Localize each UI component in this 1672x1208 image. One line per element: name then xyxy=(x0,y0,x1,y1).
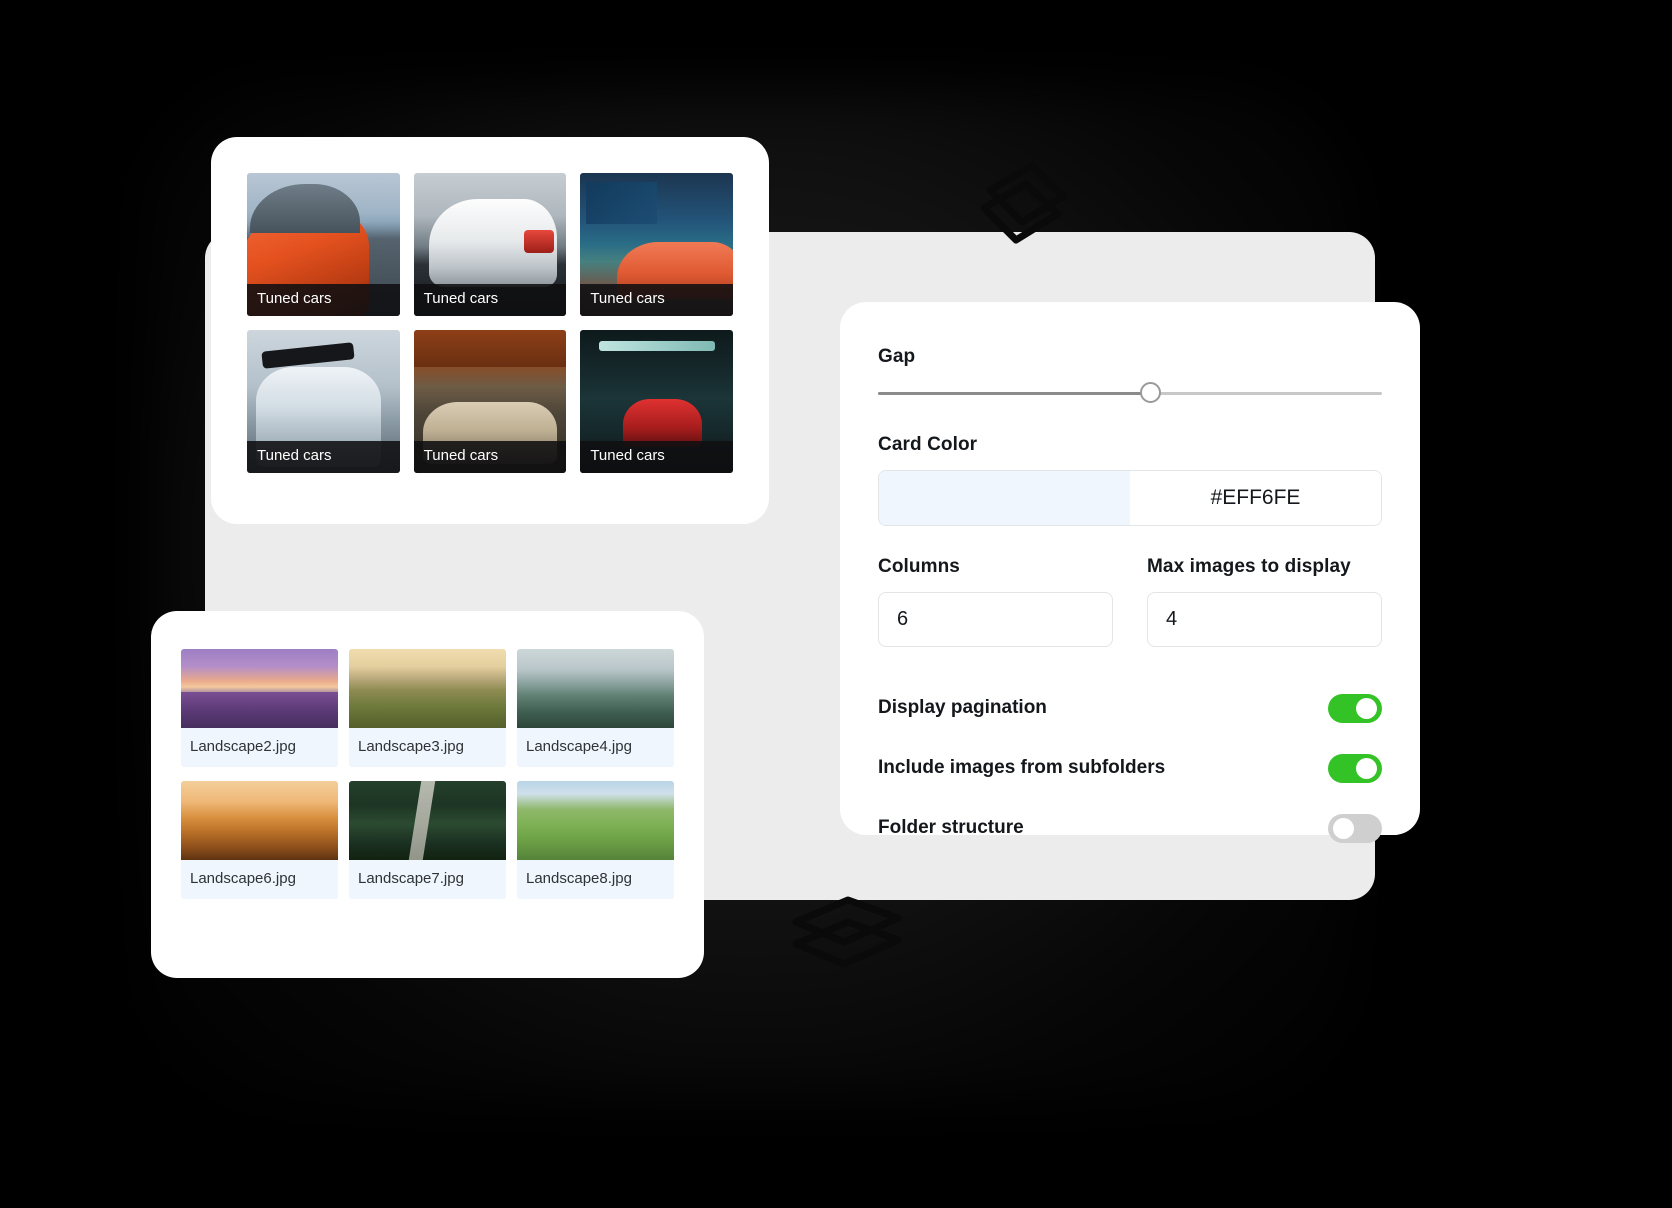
display-pagination-row: Display pagination xyxy=(878,691,1382,725)
landscape-thumbnail-2 xyxy=(349,649,506,728)
columns-input[interactable]: 6 xyxy=(878,592,1113,647)
landscape-gallery-card: Landscape2.jpg Landscape3.jpg Landscape4… xyxy=(151,611,704,978)
gallery-item-filename: Landscape2.jpg xyxy=(181,728,338,767)
card-color-label: Card Color xyxy=(878,434,978,455)
gap-slider[interactable] xyxy=(878,382,1382,404)
card-color-field[interactable]: #EFF6FE xyxy=(878,470,1382,526)
display-pagination-toggle[interactable] xyxy=(1328,693,1382,723)
gallery-item-caption: Tuned cars xyxy=(580,441,733,473)
gallery-item-caption: Tuned cars xyxy=(247,441,400,473)
columns-label: Columns xyxy=(878,556,960,577)
toggle-knob xyxy=(1356,757,1377,779)
gallery-item[interactable]: Tuned cars xyxy=(247,330,400,473)
gap-slider-thumb[interactable] xyxy=(1140,382,1162,403)
gallery-item[interactable]: Tuned cars xyxy=(580,173,733,316)
max-images-field-group: Max images to display 4 xyxy=(1147,556,1382,647)
landscape-thumbnail-5 xyxy=(349,781,506,860)
display-pagination-label: Display pagination xyxy=(878,697,1047,718)
gallery-item-filename: Landscape6.jpg xyxy=(181,860,338,899)
gallery-item[interactable]: Landscape3.jpg xyxy=(349,649,506,767)
gallery-item-filename: Landscape8.jpg xyxy=(517,860,674,899)
tuned-cars-grid: Tuned cars Tuned cars Tuned cars Tuned c… xyxy=(247,173,733,473)
gallery-item-caption: Tuned cars xyxy=(413,441,567,473)
gallery-item-caption: Tuned cars xyxy=(580,284,733,316)
landscape-thumbnail-4 xyxy=(181,781,338,860)
gallery-item[interactable]: Tuned cars xyxy=(413,173,567,316)
folder-structure-toggle[interactable] xyxy=(1328,813,1382,843)
card-color-swatch[interactable] xyxy=(879,471,1130,525)
gap-slider-fill xyxy=(878,392,1151,395)
landscape-thumbnail-1 xyxy=(181,649,338,728)
include-subfolders-row: Include images from subfolders xyxy=(878,751,1382,785)
gallery-item[interactable]: Tuned cars xyxy=(580,330,733,473)
gallery-item-filename: Landscape4.jpg xyxy=(517,728,674,767)
tuned-cars-gallery-card: Tuned cars Tuned cars Tuned cars Tuned c… xyxy=(211,137,769,524)
stacked-squares-doodle-top xyxy=(980,162,1068,244)
gap-label: Gap xyxy=(878,346,916,367)
card-color-hex-value[interactable]: #EFF6FE xyxy=(1130,471,1381,525)
gallery-item[interactable]: Landscape6.jpg xyxy=(181,781,338,899)
landscape-thumbnail-3 xyxy=(517,649,674,728)
gallery-item-caption: Tuned cars xyxy=(413,284,567,316)
gallery-item[interactable]: Tuned cars xyxy=(247,173,400,316)
numeric-settings-row: Columns 6 Max images to display 4 xyxy=(878,556,1382,647)
gallery-item[interactable]: Landscape8.jpg xyxy=(517,781,674,899)
gallery-item[interactable]: Tuned cars xyxy=(413,330,567,473)
toggle-knob xyxy=(1356,697,1377,719)
gallery-item-filename: Landscape7.jpg xyxy=(349,860,506,899)
max-images-input[interactable]: 4 xyxy=(1147,592,1382,647)
max-images-label: Max images to display xyxy=(1147,556,1351,577)
gallery-item[interactable]: Landscape2.jpg xyxy=(181,649,338,767)
stacked-layers-doodle-bottom xyxy=(792,896,902,968)
landscape-grid: Landscape2.jpg Landscape3.jpg Landscape4… xyxy=(181,649,674,899)
columns-field-group: Columns 6 xyxy=(878,556,1113,647)
include-subfolders-label: Include images from subfolders xyxy=(878,757,1166,778)
gallery-item[interactable]: Landscape4.jpg xyxy=(517,649,674,767)
landscape-thumbnail-6 xyxy=(517,781,674,860)
gallery-item[interactable]: Landscape7.jpg xyxy=(349,781,506,899)
settings-panel: Gap Card Color #EFF6FE Columns 6 Max ima… xyxy=(840,302,1420,843)
gallery-item-filename: Landscape3.jpg xyxy=(349,728,506,767)
include-subfolders-toggle[interactable] xyxy=(1328,753,1382,783)
folder-structure-row: Folder structure xyxy=(878,811,1382,845)
gallery-item-caption: Tuned cars xyxy=(247,284,400,316)
toggle-knob xyxy=(1333,817,1354,839)
folder-structure-label: Folder structure xyxy=(878,817,1024,838)
